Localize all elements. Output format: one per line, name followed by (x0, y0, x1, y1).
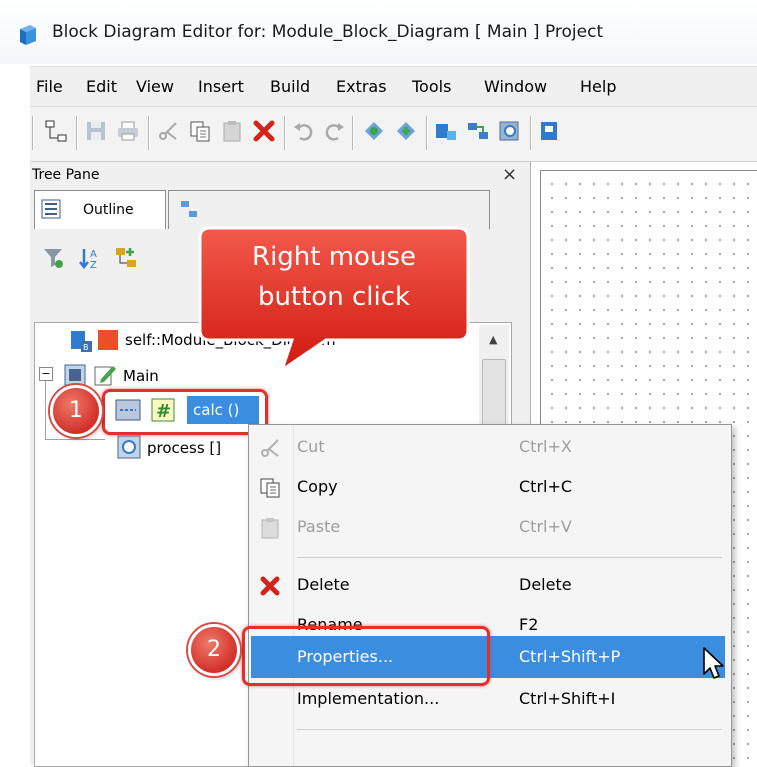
svg-text:B: B (83, 343, 89, 352)
menu-build[interactable]: Build (270, 77, 310, 96)
scroll-up-icon[interactable]: ▲ (489, 333, 497, 346)
menu-bar: File Edit View Insert Build Extras Tools… (30, 66, 757, 107)
tree-line (45, 439, 105, 440)
callout-line-1: Right mouse (252, 242, 416, 272)
insert-process-icon[interactable] (498, 119, 522, 143)
insert-function-icon[interactable] (466, 119, 490, 143)
toolbar-separator (530, 116, 532, 150)
menu-item-shortcut: F2 (519, 615, 539, 634)
redo-icon[interactable] (322, 119, 346, 143)
tree-line (45, 381, 46, 439)
app-icon (20, 25, 36, 45)
toolbar-grip (32, 116, 34, 150)
menu-file[interactable]: File (36, 77, 63, 96)
menu-item-shortcut: Delete (519, 575, 572, 594)
module-block-icon: B (71, 331, 92, 352)
paste-icon (261, 518, 279, 539)
menu-extras[interactable]: Extras (336, 77, 387, 96)
menu-item-copy[interactable]: Copy Ctrl+C (249, 467, 731, 509)
sort-icon[interactable]: AZ (78, 246, 102, 270)
menu-tools[interactable]: Tools (412, 77, 451, 96)
insert-module-icon[interactable] (434, 119, 458, 143)
save-icon[interactable] (84, 119, 108, 143)
filter-icon[interactable] (42, 246, 66, 270)
main-toolbar (30, 106, 757, 162)
menu-item-label: Cut (297, 437, 325, 456)
tab-outline-label: Outline (83, 202, 134, 218)
build-icon[interactable] (362, 119, 386, 143)
title-bar: Block Diagram Editor for: Module_Block_D… (0, 0, 757, 64)
delete-x-icon (260, 576, 280, 596)
undo-icon[interactable] (292, 119, 316, 143)
copy-icon (260, 478, 280, 498)
svg-text:A: A (90, 249, 97, 260)
delete-x-icon[interactable] (252, 119, 276, 143)
toolbar-separator (284, 116, 286, 150)
menu-item-shortcut: Ctrl+C (519, 477, 573, 496)
menu-insert[interactable]: Insert (198, 77, 244, 96)
menu-item-label: Copy (297, 477, 338, 496)
mouse-cursor-icon (703, 647, 724, 679)
new-block-icon[interactable] (44, 119, 68, 143)
outline-icon (41, 199, 61, 219)
insert-object-icon[interactable] (538, 119, 562, 143)
step-badge-1: 1 (50, 385, 102, 437)
main-edit-icon (94, 366, 116, 386)
highlight-frame-properties (242, 626, 490, 686)
window-title: Block Diagram Editor for: Module_Block_D… (52, 22, 604, 42)
svg-text:Z: Z (90, 260, 97, 270)
menu-item-label: Delete (297, 575, 350, 594)
toolbar-separator (352, 116, 354, 150)
cut-icon[interactable] (156, 119, 180, 143)
rebuild-icon[interactable] (394, 119, 418, 143)
tab-outline[interactable]: Outline (34, 190, 166, 229)
menu-separator (297, 729, 722, 730)
toolbar-separator (148, 116, 150, 150)
toolbar-separator (76, 116, 78, 150)
tree-pane-title: Tree Pane (32, 167, 100, 183)
menu-item-shortcut: Ctrl+Shift+I (519, 689, 616, 708)
scissors-icon (261, 439, 279, 457)
tree-item-label: Main (123, 367, 159, 385)
step-badge-2: 2 (188, 624, 240, 676)
collapse-toggle-icon[interactable]: − (39, 367, 53, 381)
menu-window[interactable]: Window (484, 77, 547, 96)
menu-item-delete[interactable]: Delete Delete (249, 565, 731, 607)
callout-line-2: button click (257, 282, 411, 312)
menu-item-label: Paste (297, 517, 341, 536)
print-icon[interactable] (116, 119, 140, 143)
context-menu: Cut Ctrl+X Copy Ctrl+C Paste Ctrl+V Dele… (248, 424, 732, 767)
menu-item-cut[interactable]: Cut Ctrl+X (249, 427, 731, 469)
highlight-frame-calc (102, 389, 268, 435)
main-container-icon (64, 364, 86, 386)
module-color-icon (98, 330, 118, 350)
callout-bubble: Right mouse button click (196, 224, 472, 374)
menu-edit[interactable]: Edit (86, 77, 117, 96)
menu-item-shortcut: Ctrl+V (519, 517, 572, 536)
menu-item-label: Implementation... (297, 689, 440, 708)
process-icon (117, 435, 141, 459)
toolbar-separator (426, 116, 428, 150)
menu-item-paste[interactable]: Paste Ctrl+V (249, 507, 731, 549)
paste-icon[interactable] (220, 119, 244, 143)
group-icon[interactable] (114, 246, 138, 270)
menu-help[interactable]: Help (580, 77, 616, 96)
tree-pane-header: Tree Pane × (30, 162, 530, 188)
menu-separator (297, 557, 722, 558)
menu-item-shortcut: Ctrl+X (519, 437, 572, 456)
copy-icon[interactable] (188, 119, 212, 143)
menu-view[interactable]: View (136, 77, 174, 96)
close-icon[interactable]: × (502, 164, 517, 185)
menu-item-shortcut: Ctrl+Shift+P (519, 647, 621, 666)
tree-item-label: process [] (147, 439, 222, 457)
hierarchy-icon (181, 201, 197, 217)
